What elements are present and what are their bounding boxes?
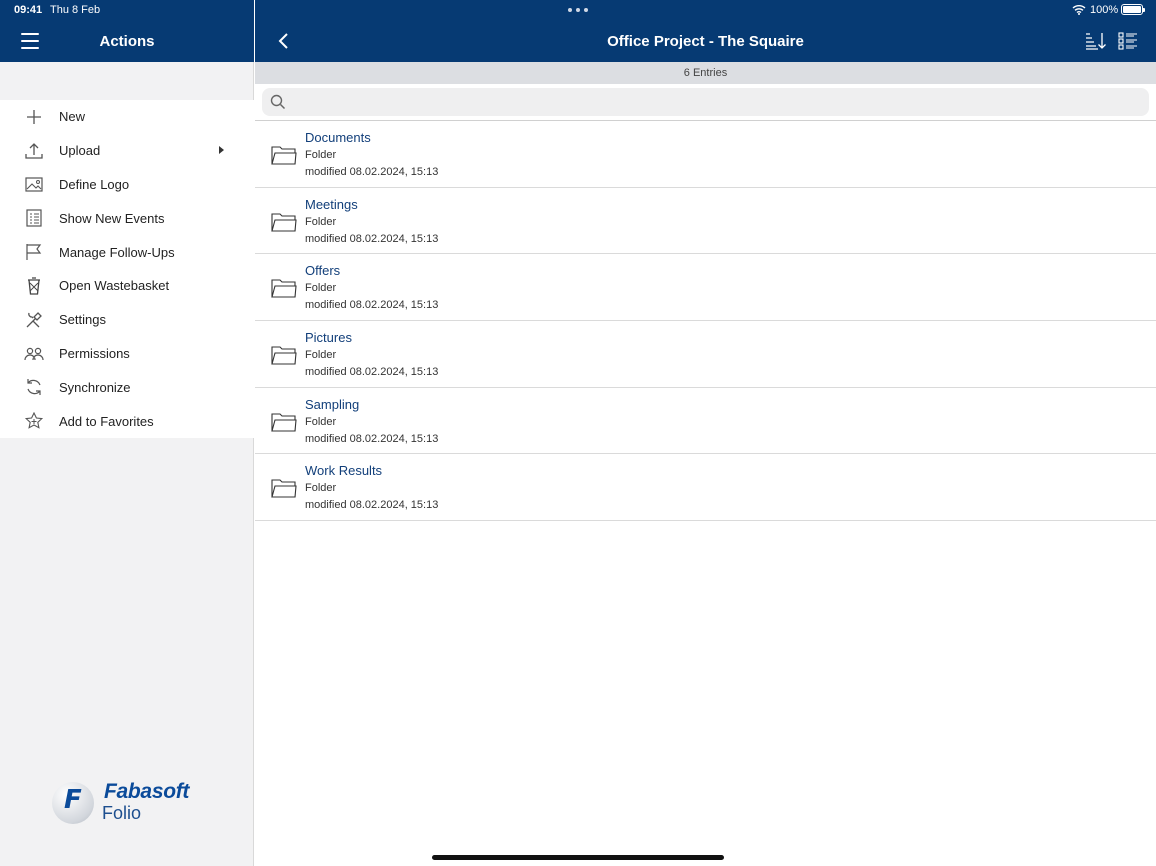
menu-item-label: New <box>59 109 86 125</box>
search-field[interactable] <box>262 88 1149 116</box>
users-icon <box>24 347 44 360</box>
main-pane: Office Project - The Squaire 6 Entries D… <box>255 0 1156 866</box>
item-name: Pictures <box>305 330 352 346</box>
item-type: Folder <box>305 482 337 495</box>
menu-item-open-wastebasket[interactable]: Open Wastebasket <box>0 269 254 303</box>
search-bar <box>255 84 1156 121</box>
sync-icon <box>27 379 41 396</box>
entries-count: 6 Entries <box>255 62 1156 84</box>
upload-icon <box>25 142 43 159</box>
item-name: Meetings <box>305 196 358 212</box>
menu-item-upload[interactable]: Upload <box>0 134 254 168</box>
menu-item-synchronize[interactable]: Synchronize <box>0 370 254 404</box>
menu-item-label: Upload <box>59 143 101 159</box>
folder-icon <box>271 413 297 432</box>
item-modified: modified 08.02.2024, 15:13 <box>305 499 439 512</box>
multitasking-dots-icon[interactable] <box>568 8 588 14</box>
list-item[interactable]: Pictures Folder modified 08.02.2024, 15:… <box>255 321 1156 388</box>
item-type: Folder <box>305 349 337 362</box>
search-icon <box>270 94 286 110</box>
list-item[interactable]: Documents Folder modified 08.02.2024, 15… <box>255 121 1156 188</box>
item-name: Work Results <box>305 463 383 479</box>
item-modified: modified 08.02.2024, 15:13 <box>305 299 439 312</box>
menu-item-label: Settings <box>59 312 106 328</box>
list-view-icon[interactable] <box>1117 31 1139 51</box>
logo-letter: F <box>64 785 82 815</box>
status-bar: 09:41 Thu 8 Feb 100% <box>0 0 1156 22</box>
logo-product: Folio <box>102 803 142 823</box>
menu-item-permissions[interactable]: Permissions <box>0 337 254 371</box>
wifi-icon <box>1072 5 1086 15</box>
submenu-arrow-icon <box>219 145 224 154</box>
list-item[interactable]: Meetings Folder modified 08.02.2024, 15:… <box>255 187 1156 255</box>
image-icon <box>25 176 43 192</box>
item-modified: modified 08.02.2024, 15:13 <box>305 166 439 178</box>
item-name: Offers <box>305 263 341 279</box>
battery-percentage: 100% <box>1090 4 1119 16</box>
folder-icon <box>271 146 297 165</box>
star-add-icon <box>24 412 44 429</box>
sort-icon[interactable] <box>1085 31 1107 51</box>
menu-item-label: Synchronize <box>59 379 131 395</box>
list-item[interactable]: Sampling Folder modified 08.02.2024, 15:… <box>255 387 1156 455</box>
item-type: Folder <box>305 149 337 161</box>
menu-item-label: Permissions <box>59 345 130 361</box>
menu-item-add-to-favorites[interactable]: Add to Favorites <box>0 404 254 438</box>
status-date: Thu 8 Feb <box>50 4 101 16</box>
menu-item-new[interactable]: New <box>0 100 254 134</box>
list-item[interactable]: Offers Folder modified 08.02.2024, 15:13 <box>255 254 1156 322</box>
events-list-icon <box>26 209 42 227</box>
page-title: Office Project - The Squaire <box>607 33 804 50</box>
search-input[interactable] <box>292 88 1142 116</box>
menu-item-show-new-events[interactable]: Show New Events <box>0 201 254 235</box>
list-item[interactable]: Work Results Folder modified 08.02.2024,… <box>255 454 1156 522</box>
flag-icon <box>26 244 42 261</box>
item-modified: modified 08.02.2024, 15:13 <box>305 432 439 445</box>
tools-icon <box>26 311 42 328</box>
menu-item-settings[interactable]: Settings <box>0 303 254 337</box>
actions-sidebar: Actions New Upload Define Logo Show New … <box>0 0 254 866</box>
status-time: 09:41 <box>14 4 43 16</box>
folder-icon <box>271 346 297 365</box>
plus-icon <box>27 110 41 124</box>
item-type: Folder <box>305 415 337 428</box>
item-name: Sampling <box>305 396 360 412</box>
menu-item-label: Show New Events <box>59 210 165 226</box>
folder-icon <box>271 213 297 232</box>
item-name: Documents <box>305 130 371 145</box>
folder-icon <box>271 279 297 298</box>
item-type: Folder <box>305 282 337 295</box>
battery-icon <box>1121 4 1145 15</box>
item-modified: modified 08.02.2024, 15:13 <box>305 366 439 379</box>
item-type: Folder <box>305 215 337 228</box>
sidebar-title: Actions <box>99 33 155 50</box>
menu-item-label: Define Logo <box>59 176 130 192</box>
home-indicator[interactable] <box>432 855 724 860</box>
item-modified: modified 08.02.2024, 15:13 <box>305 232 439 245</box>
actions-menu: New Upload Define Logo Show New Events M… <box>0 100 254 438</box>
menu-item-define-logo[interactable]: Define Logo <box>0 168 254 202</box>
menu-item-label: Add to Favorites <box>59 413 154 429</box>
menu-item-manage-follow-ups[interactable]: Manage Follow-Ups <box>0 235 254 269</box>
logo-brand: Fabasoft <box>104 780 190 803</box>
folder-list: Documents Folder modified 08.02.2024, 15… <box>255 121 1156 522</box>
menu-item-label: Manage Follow-Ups <box>59 244 175 260</box>
fabasoft-folio-logo: F Fabasoft Folio <box>52 780 212 830</box>
battery-level-fill <box>1123 6 1141 13</box>
menu-item-label: Open Wastebasket <box>59 278 170 294</box>
folder-icon <box>271 479 297 498</box>
wastebasket-icon <box>28 277 40 295</box>
